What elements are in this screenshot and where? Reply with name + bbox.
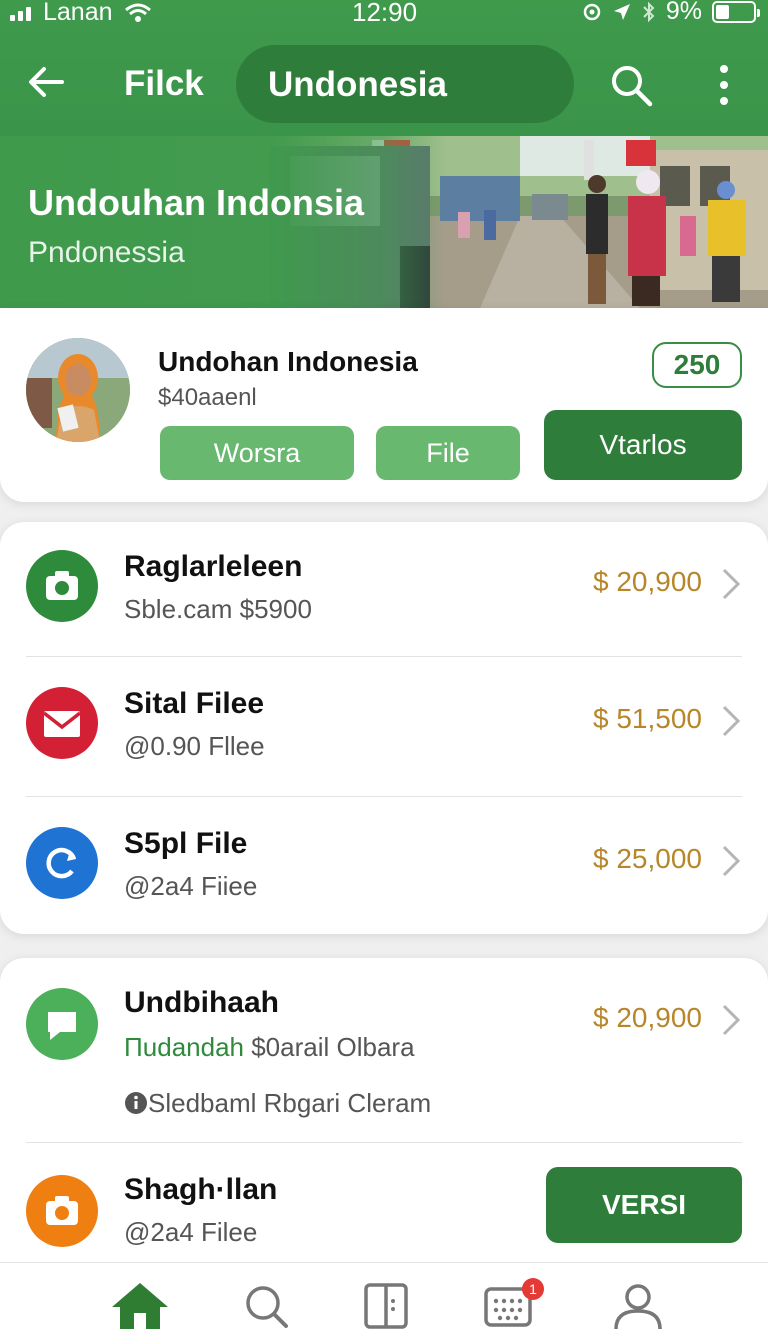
camera-icon — [26, 1175, 98, 1247]
bluetooth-icon — [643, 1, 655, 22]
file-button[interactable]: File — [376, 426, 520, 480]
list-item-title: Shagh·llan — [124, 1173, 278, 1206]
list-item[interactable]: Raglarleleen Sble.cam $5900 $ 20,900 — [0, 522, 768, 656]
avatar[interactable] — [26, 338, 130, 442]
chat-icon — [26, 988, 98, 1060]
home-icon[interactable] — [110, 1281, 170, 1333]
list-item-subtitle: Πudandah $0arail Olbara — [124, 1032, 415, 1063]
worsra-button[interactable]: Worsra — [160, 426, 354, 480]
top-app-bar: Lanan 12:90 9% Filck Undonesia — [0, 0, 768, 136]
list-item-amount: $ 20,900 — [593, 1002, 702, 1033]
battery-percent: 9% — [665, 0, 702, 25]
hero-title: Undouhan Indonsia — [28, 182, 364, 223]
list-item-title: S5pl File — [124, 827, 248, 860]
file-list-card: Raglarleleen Sble.cam $5900 $ 20,900 Sit… — [0, 522, 768, 934]
list-item-amount: $ 25,000 — [593, 843, 702, 874]
search-field[interactable]: Undonesia — [236, 45, 574, 123]
app-bar: Filck Undonesia — [0, 44, 768, 124]
mail-icon — [26, 687, 98, 759]
camera-icon — [26, 550, 98, 622]
search-icon[interactable] — [236, 1281, 296, 1333]
bottom-navigation — [0, 1262, 768, 1344]
wifi-icon — [124, 3, 151, 22]
profile-icon[interactable] — [608, 1281, 668, 1333]
list-item-amount: $ 20,900 — [593, 566, 702, 597]
chevron-right-icon — [722, 568, 741, 600]
list-item-subtitle-accent: Πudandah — [124, 1032, 244, 1062]
search-icon[interactable] — [608, 62, 654, 108]
notification-badge: 1 — [522, 1278, 544, 1300]
count-badge: 250 — [652, 342, 742, 388]
list-item[interactable]: Sital Filee @0.90 Fllee $ 51,500 — [0, 657, 768, 797]
hero-subtitle: Pndonessia — [28, 236, 185, 269]
info-icon — [125, 1092, 147, 1114]
chevron-right-icon — [722, 845, 741, 877]
list-item-title: Undbihaah — [124, 986, 279, 1019]
file-list-card-2: Undbihaah Πudandah $0arail Olbara Sledba… — [0, 958, 768, 1268]
list-item[interactable]: Shagh·llan @2a4 Filee VERSI — [0, 1143, 768, 1268]
chevron-right-icon — [722, 1004, 741, 1036]
list-item-title: Raglarleleen — [124, 550, 303, 583]
profile-card: Undohan Indonesia $40aaenl 250 Worsra Fi… — [0, 308, 768, 502]
app-title: Filck — [124, 64, 204, 103]
list-item-note: Sledbaml Rbgari Cleram — [124, 1088, 431, 1119]
hero-banner[interactable]: Undouhan Indonsia Pndonessia — [0, 136, 768, 308]
profile-name: Undohan Indonesia — [158, 346, 418, 377]
list-item-subtitle: @2a4 Filee — [124, 1217, 258, 1247]
profile-subtitle: $40aaenl — [158, 384, 257, 411]
list-item-subtitle: Sble.cam $5900 — [124, 594, 312, 624]
signal-icon — [10, 5, 31, 21]
vtarlos-button[interactable]: Vtarlos — [544, 410, 742, 480]
list-item-subtitle: @2a4 Fiiee — [124, 871, 258, 901]
list-item[interactable]: Undbihaah Πudandah $0arail Olbara Sledba… — [0, 958, 768, 1142]
clock: 12:90 — [352, 0, 418, 27]
list-item-subtitle: @0.90 Fllee — [124, 731, 265, 761]
more-vert-icon[interactable] — [706, 60, 742, 110]
status-bar: Lanan 12:90 9% — [0, 0, 768, 28]
location-icon — [583, 3, 601, 20]
list-item[interactable]: S5pl File @2a4 Fiiee $ 25,000 — [0, 797, 768, 933]
list-item-title: Sital Filee — [124, 687, 265, 720]
battery-icon — [712, 0, 760, 23]
navigation-icon — [613, 3, 630, 20]
sync-icon — [26, 827, 98, 899]
list-item-subtitle-rest: $0arail Olbara — [244, 1032, 415, 1062]
library-icon[interactable] — [356, 1281, 416, 1333]
carrier-label: Lanan — [43, 0, 113, 26]
back-arrow-icon[interactable] — [22, 58, 70, 106]
versi-button[interactable]: VERSI — [546, 1167, 742, 1243]
chevron-right-icon — [722, 705, 741, 737]
list-item-amount: $ 51,500 — [593, 703, 702, 734]
